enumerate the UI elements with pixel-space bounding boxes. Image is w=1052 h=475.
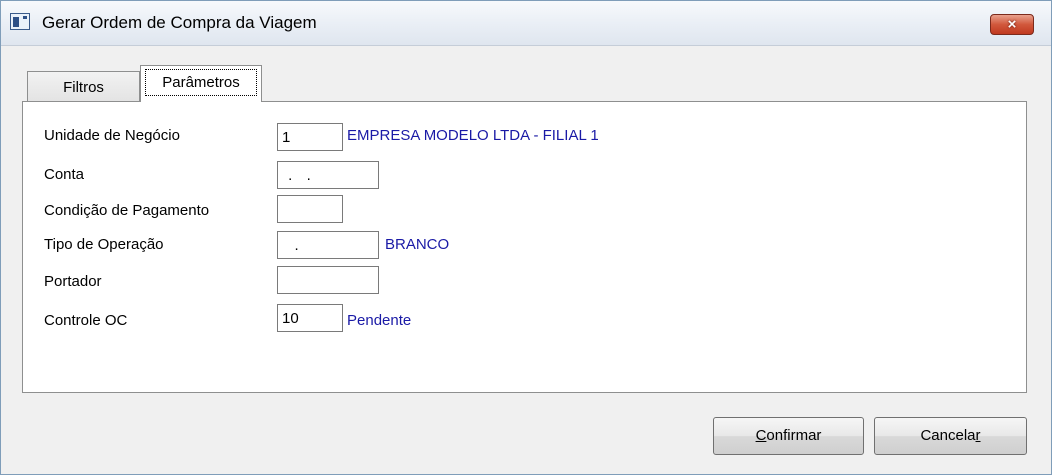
controle-oc-input[interactable] xyxy=(277,304,343,332)
conta-input[interactable] xyxy=(277,161,379,189)
confirm-button[interactable]: Confirmar xyxy=(713,417,864,455)
portador-input[interactable] xyxy=(277,266,379,294)
condicao-pagamento-input[interactable] xyxy=(277,195,343,223)
cancel-button[interactable]: Cancelar xyxy=(874,417,1027,455)
close-icon: × xyxy=(1007,16,1017,33)
unidade-negocio-description: EMPRESA MODELO LTDA - FILIAL 1 xyxy=(347,127,599,144)
tab-filtros[interactable]: Filtros xyxy=(27,71,140,102)
portador-label: Portador xyxy=(44,273,102,290)
unidade-negocio-label: Unidade de Negócio xyxy=(44,127,180,144)
window-title: Gerar Ordem de Compra da Viagem xyxy=(42,13,317,32)
title-bar[interactable]: Gerar Ordem de Compra da Viagem × xyxy=(1,1,1051,46)
controle-oc-label: Controle OC xyxy=(44,312,128,329)
cancel-label: Cancela xyxy=(920,427,976,444)
close-button[interactable]: × xyxy=(990,14,1034,35)
controle-oc-description: Pendente xyxy=(347,312,412,329)
condicao-pagamento-label: Condição de Pagamento xyxy=(44,202,210,219)
tab-parametros-label: Parâmetros xyxy=(145,69,257,96)
app-window-icon xyxy=(10,13,30,30)
cancel-accesskey: r xyxy=(975,427,981,444)
conta-label: Conta xyxy=(44,166,85,183)
confirm-label: onfirmar xyxy=(766,427,822,444)
unidade-negocio-input[interactable] xyxy=(277,123,343,151)
dialog-window: Gerar Ordem de Compra da Viagem × Filtro… xyxy=(0,0,1052,475)
tipo-operacao-input[interactable] xyxy=(277,231,379,259)
tipo-operacao-description: BRANCO xyxy=(385,236,450,253)
parameters-panel xyxy=(22,101,1027,393)
confirm-accesskey: C xyxy=(755,427,767,444)
tab-parametros[interactable]: Parâmetros xyxy=(140,65,262,102)
tipo-operacao-label: Tipo de Operação xyxy=(44,236,164,253)
